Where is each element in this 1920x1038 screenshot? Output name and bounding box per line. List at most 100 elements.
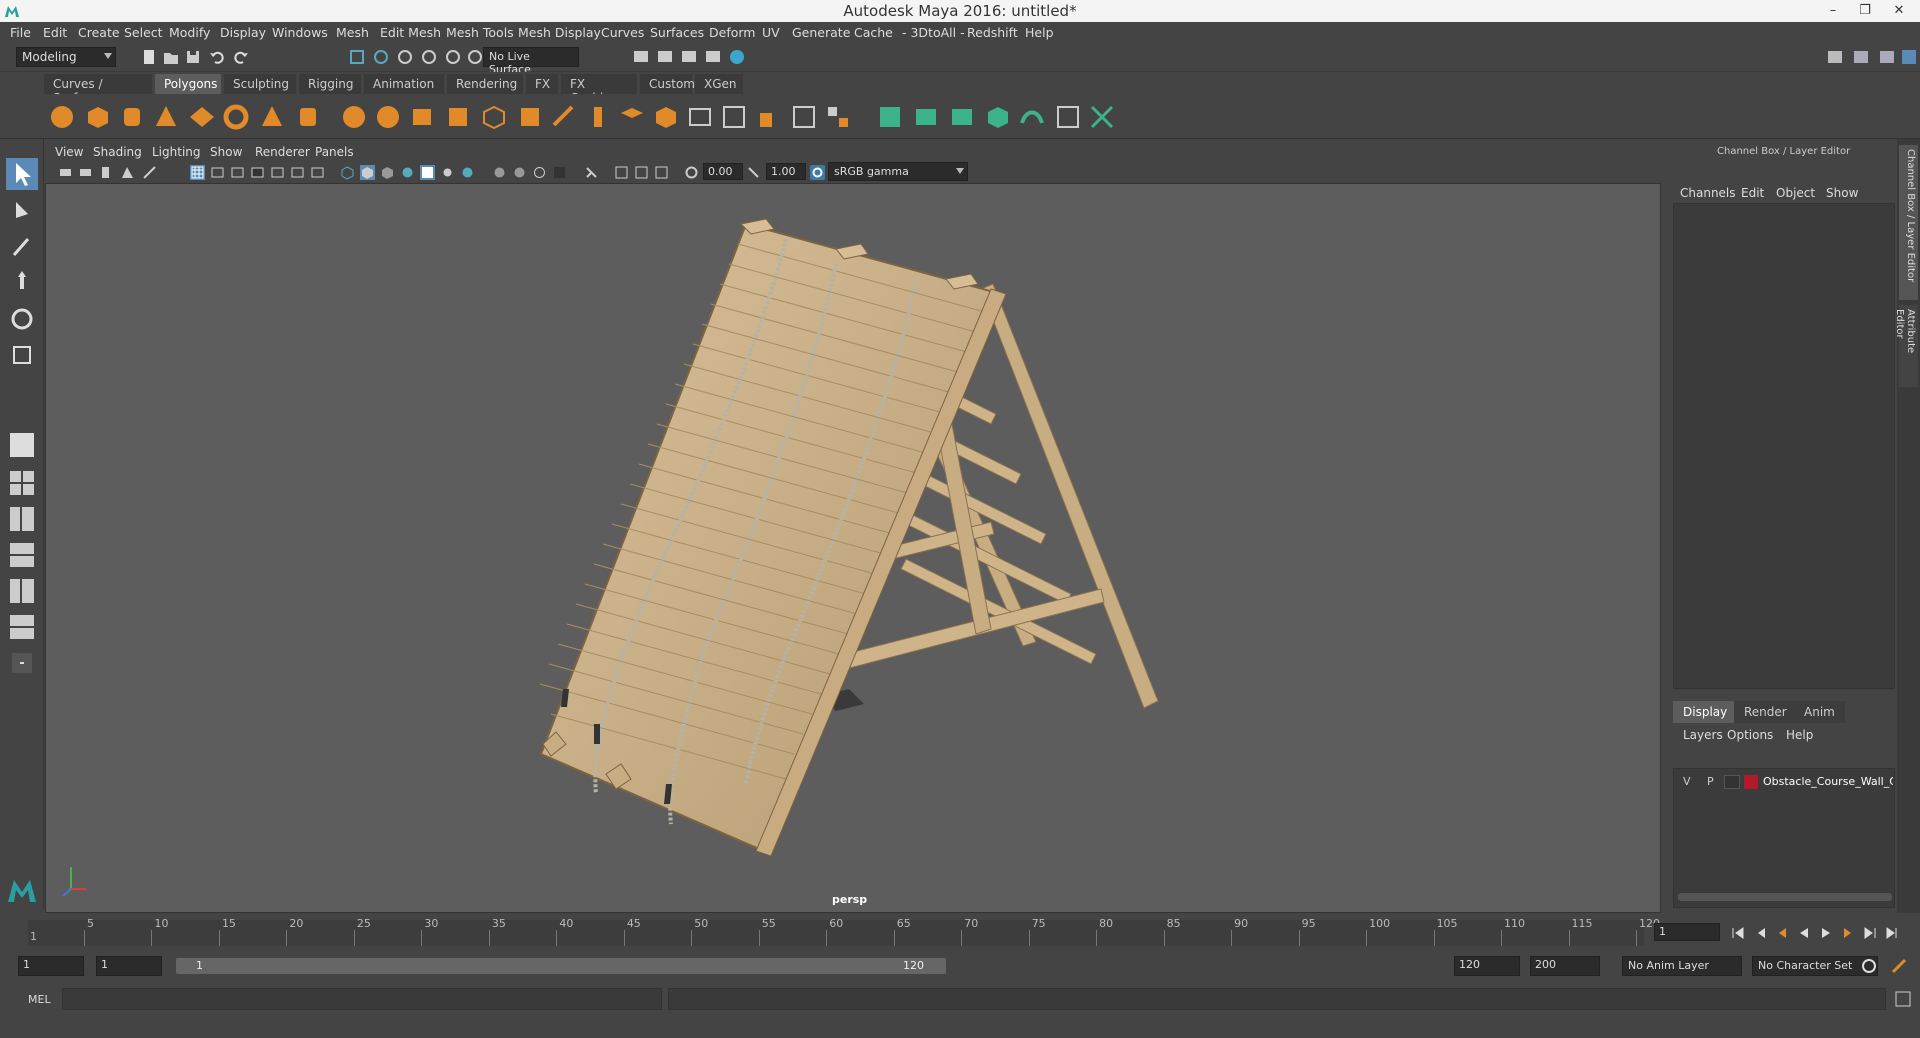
panel-menu-view[interactable]: View <box>55 145 83 159</box>
menu-windows[interactable]: Windows <box>272 25 328 40</box>
safe-title-icon[interactable] <box>310 165 325 180</box>
gate-mask-icon[interactable] <box>250 165 265 180</box>
smooth-shade-icon[interactable] <box>360 165 375 180</box>
bevel-icon[interactable] <box>480 103 508 131</box>
redo-icon[interactable] <box>232 48 250 66</box>
poly-torus-icon[interactable] <box>222 103 250 131</box>
undo-icon[interactable] <box>208 48 226 66</box>
tab-fx-caching[interactable]: FX Caching <box>561 74 637 105</box>
poly-sphere-icon[interactable] <box>48 103 76 131</box>
anim-layer-selector[interactable]: No Anim Layer <box>1622 956 1742 976</box>
tab-curves-surfaces[interactable]: Curves / Surfaces <box>44 74 152 105</box>
tab-rendering[interactable]: Rendering <box>447 74 523 94</box>
end-time-field[interactable]: 200 <box>1530 956 1600 976</box>
target-weld-icon[interactable] <box>790 103 818 131</box>
menu-cache[interactable]: Cache <box>854 25 893 40</box>
extrude-icon[interactable] <box>516 103 544 131</box>
menu-3dtoall[interactable]: - 3DtoAll - <box>902 25 965 40</box>
tab-fx[interactable]: FX <box>526 74 558 94</box>
safe-action-icon[interactable] <box>290 165 305 180</box>
layout-options-icon[interactable] <box>6 647 38 679</box>
uv-layout-icon[interactable] <box>1088 103 1116 131</box>
modeling-toolkit-icon[interactable] <box>1826 48 1844 66</box>
animation-preferences-icon[interactable] <box>1890 957 1908 975</box>
insert-edge-loop-icon[interactable] <box>720 103 748 131</box>
tab-render[interactable]: Render <box>1734 701 1797 723</box>
step-forward-frame-icon[interactable] <box>1840 925 1856 941</box>
color-space-selector[interactable]: sRGB gamma <box>828 162 968 181</box>
close-button[interactable]: ✕ <box>1884 1 1914 21</box>
side-tab-channel-box[interactable]: Channel Box / Layer Editor <box>1899 145 1918 300</box>
a-frame-wall-model[interactable] <box>46 184 1662 914</box>
side-tab-attribute-editor[interactable]: Attribute Editor <box>1894 305 1918 387</box>
shadows-icon[interactable] <box>460 165 475 180</box>
layer-name[interactable]: Obstacle_Course_Wall_C <box>1763 775 1893 788</box>
tab-polygons[interactable]: Polygons <box>155 74 221 94</box>
persp-outliner-layout-icon[interactable] <box>6 503 38 535</box>
menu-uv[interactable]: UV <box>762 25 780 40</box>
layer-row[interactable]: V P Obstacle_Course_Wall_C <box>1674 773 1896 791</box>
xray-active-icon[interactable] <box>634 165 649 180</box>
menu-select[interactable]: Select <box>124 25 163 40</box>
select-object-icon[interactable] <box>372 48 390 66</box>
backface-culling-icon[interactable] <box>654 165 669 180</box>
layer-color-swatch[interactable] <box>1744 775 1758 789</box>
perspective-viewport[interactable] <box>45 183 1661 913</box>
tool-settings-toggle-icon[interactable] <box>1878 48 1896 66</box>
layer-reference-toggle[interactable] <box>1724 775 1740 789</box>
single-perspective-layout-icon[interactable] <box>6 429 38 461</box>
script-editor-icon[interactable] <box>1894 990 1912 1008</box>
isolate-select-icon[interactable] <box>584 165 599 180</box>
use-all-lights-icon[interactable] <box>440 165 455 180</box>
panel-menu-show[interactable]: Show <box>210 145 242 159</box>
menu-surfaces[interactable]: Surfaces <box>650 25 704 40</box>
merge-icon[interactable] <box>652 103 680 131</box>
step-forward-key-icon[interactable] <box>1862 925 1878 941</box>
render-view-icon[interactable] <box>632 48 650 66</box>
menu-mesh-display[interactable]: Mesh Display <box>518 25 601 40</box>
snap-grid-icon[interactable] <box>420 48 438 66</box>
menu-mesh[interactable]: Mesh <box>336 25 369 40</box>
bookmarks-icon[interactable] <box>98 165 113 180</box>
channel-box-menu-edit[interactable]: Edit <box>1741 186 1764 200</box>
panel-menu-panels[interactable]: Panels <box>315 145 354 159</box>
script-language-label[interactable]: MEL <box>28 993 51 1006</box>
persp-graph-layout-icon[interactable] <box>6 539 38 571</box>
snap-point-icon[interactable] <box>466 48 484 66</box>
channel-box-menu-show[interactable]: Show <box>1826 186 1858 200</box>
quad-draw-icon[interactable] <box>824 103 852 131</box>
ambient-occlusion-icon[interactable] <box>492 165 507 180</box>
snap-curve-icon[interactable] <box>444 48 462 66</box>
depth-of-field-icon[interactable] <box>552 165 567 180</box>
tab-anim[interactable]: Anim <box>1794 701 1845 723</box>
channel-box-menu-channels[interactable]: Channels <box>1680 186 1736 200</box>
resolution-gate-icon[interactable] <box>230 165 245 180</box>
xray-joints-icon[interactable] <box>614 165 629 180</box>
exposure-field[interactable]: 0.00 <box>703 163 743 180</box>
tab-animation[interactable]: Animation <box>364 74 444 94</box>
grid-toggle-icon[interactable] <box>190 165 205 180</box>
layer-horizontal-scrollbar[interactable] <box>1678 893 1892 901</box>
uv-auto-icon[interactable] <box>984 103 1012 131</box>
panel-menu-shading[interactable]: Shading <box>93 145 142 159</box>
layer-visibility-toggle[interactable]: V <box>1683 775 1691 788</box>
attribute-editor-toggle-icon[interactable] <box>1852 48 1870 66</box>
tab-rigging[interactable]: Rigging <box>299 74 361 94</box>
panel-menu-lighting[interactable]: Lighting <box>152 145 201 159</box>
menu-deform[interactable]: Deform <box>709 25 755 40</box>
grease-pencil-icon[interactable] <box>142 165 157 180</box>
camera-attributes-icon[interactable] <box>78 165 93 180</box>
uv-cylindrical-icon[interactable] <box>912 103 940 131</box>
live-surface-field[interactable]: No Live Surface <box>483 47 579 76</box>
restore-button[interactable]: ❐ <box>1850 1 1880 21</box>
ipr-render-icon[interactable] <box>680 48 698 66</box>
play-backward-icon[interactable] <box>1796 925 1812 941</box>
uv-unfold-icon[interactable] <box>1018 103 1046 131</box>
extract-icon[interactable] <box>408 103 436 131</box>
textured-icon[interactable] <box>420 165 435 180</box>
combine-icon[interactable] <box>340 103 368 131</box>
poly-cone-icon[interactable] <box>152 103 180 131</box>
play-forward-icon[interactable] <box>1818 925 1834 941</box>
hypershade-layout-icon[interactable] <box>6 575 38 607</box>
image-plane-icon[interactable] <box>120 165 135 180</box>
